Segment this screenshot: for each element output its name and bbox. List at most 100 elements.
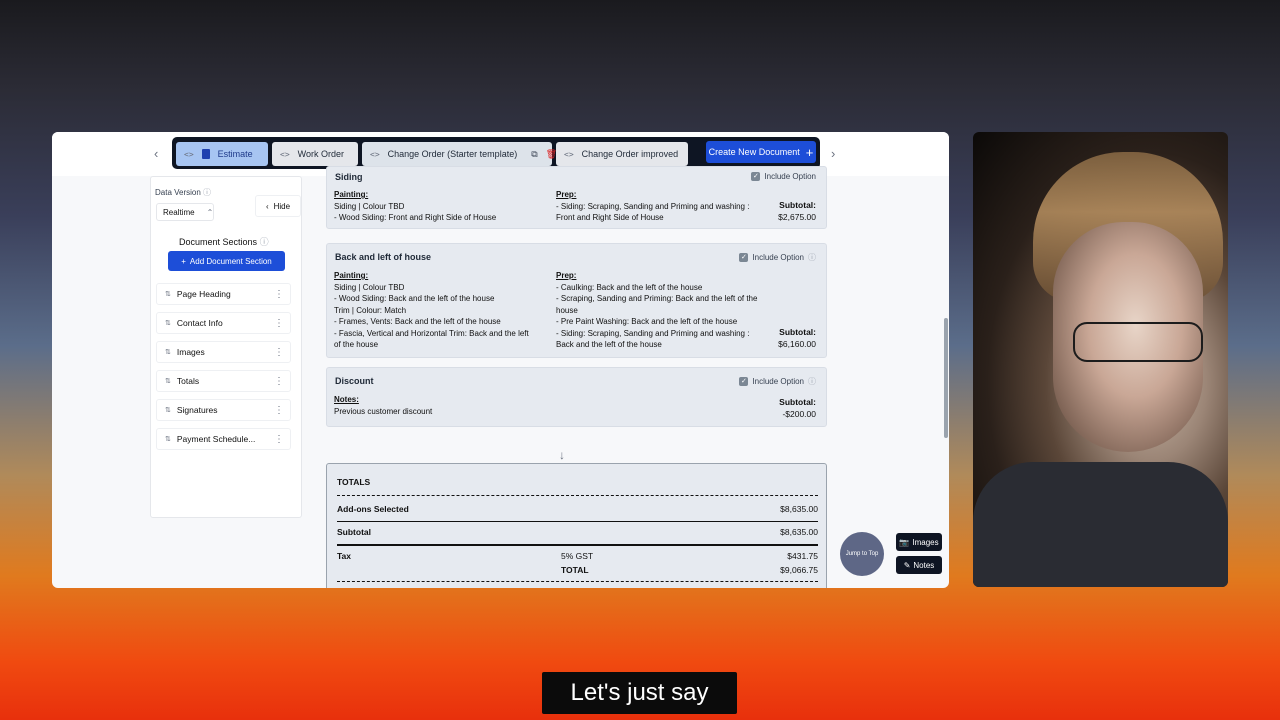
subtotal-label: Subtotal (337, 527, 371, 537)
tab-estimate[interactable]: <> Estimate (176, 142, 268, 166)
more-options-icon[interactable]: ⋮ (274, 318, 284, 329)
chevron-updown-icon: ⌃ (206, 208, 214, 217)
section-title: Siding (335, 172, 363, 182)
more-options-icon[interactable]: ⋮ (274, 405, 284, 416)
prep-line: - Caulking: Back and the left of the hou… (556, 282, 703, 292)
more-options-icon[interactable]: ⋮ (274, 289, 284, 300)
add-document-section-button[interactable]: + Add Document Section (168, 251, 285, 271)
pencil-icon: ✎ (903, 560, 911, 570)
data-version-label: Data Version ⓘ (155, 187, 211, 198)
section-item-label: Images (176, 347, 205, 357)
images-label: Images (912, 537, 939, 547)
data-version-select[interactable]: Realtime ⌃ (156, 203, 214, 221)
section-title: Discount (335, 376, 374, 386)
section-card-discount: Discount ✓ Include Option ⓘ Notes: Previou… (326, 367, 827, 427)
drag-handle-icon[interactable]: ⇅ (165, 377, 171, 385)
tab-work-order[interactable]: <> Work Order (272, 142, 358, 166)
prep-line: - Pre Paint Washing: Back and the left o… (556, 317, 738, 326)
subtotal-value: -$200.00 (782, 409, 816, 419)
info-icon: ⓘ (808, 377, 816, 386)
info-icon: ⓘ (808, 253, 816, 262)
sections-title-text: Document Sections (179, 237, 258, 247)
jump-to-top-button[interactable]: Jump to Top (840, 532, 884, 576)
total-value: $9,066.75 (780, 565, 818, 575)
images-button[interactable]: 📷 Images (896, 533, 942, 551)
section-subtotal: Subtotal: -$200.00 (779, 396, 816, 420)
plus-icon: + (181, 256, 186, 266)
include-option-toggle[interactable]: ✓ Include Option (751, 172, 816, 181)
doc-icon (201, 149, 210, 159)
info-icon: ⓘ (259, 237, 269, 247)
hide-sidebar-button[interactable]: ‹ Hide (255, 195, 301, 217)
section-item-images[interactable]: ⇅ Images ⋮ (156, 341, 291, 363)
tax-rate: 5% GST (561, 551, 594, 561)
tab-label: Work Order (297, 149, 344, 159)
tab-change-order-starter[interactable]: <> Change Order (Starter template) ⧉ 🗑 (362, 142, 557, 166)
code-icon: <> (564, 149, 574, 159)
more-options-icon[interactable]: ⋮ (274, 434, 284, 445)
notes-text: Previous customer discount (334, 406, 433, 416)
document-sections-sidebar: Data Version ⓘ Realtime ⌃ ‹ Hide Document … (150, 176, 302, 518)
scrollbar[interactable] (944, 318, 948, 438)
painting-label: Painting: (334, 271, 369, 280)
divider (337, 521, 818, 522)
notes-column: Notes: Previous customer discount (334, 394, 432, 417)
checkbox-icon[interactable]: ✓ (739, 253, 749, 262)
copy-icon[interactable]: ⧉ (531, 149, 537, 160)
prep-line: - Siding: Scraping, Sanding and Priming … (556, 328, 750, 338)
subtotal-value: $2,675.00 (778, 212, 816, 222)
tax-value: $431.75 (787, 551, 818, 561)
more-options-icon[interactable]: ⋮ (274, 376, 284, 387)
section-item-payment-schedule[interactable]: ⇅ Payment Schedule... ⋮ (156, 428, 291, 450)
arrow-down-icon: ↓ (559, 448, 565, 462)
drag-handle-icon[interactable]: ⇅ (165, 435, 171, 443)
checkbox-icon[interactable]: ✓ (739, 377, 749, 386)
section-item-contact-info[interactable]: ⇅ Contact Info ⋮ (156, 312, 291, 334)
drag-handle-icon[interactable]: ⇅ (165, 319, 171, 327)
drag-handle-icon[interactable]: ⇅ (165, 290, 171, 298)
webcam-shirt (973, 462, 1228, 587)
data-version-text: Data Version (155, 188, 201, 197)
include-option-toggle[interactable]: ✓ Include Option ⓘ (739, 376, 816, 387)
code-icon: <> (280, 149, 290, 159)
totals-block: TOTALS Add-ons Selected $8,635.00 Subtota… (326, 463, 827, 588)
caption-text: Let's just say (570, 679, 709, 706)
include-option-toggle[interactable]: ✓ Include Option ⓘ (739, 252, 816, 263)
notes-button[interactable]: ✎ Notes (896, 556, 942, 574)
chevron-left-icon: ‹ (265, 201, 269, 211)
drag-handle-icon[interactable]: ⇅ (165, 348, 171, 356)
section-title: Back and left of house (335, 252, 432, 262)
section-item-label: Contact Info (176, 318, 223, 328)
more-options-icon[interactable]: ⋮ (274, 347, 284, 358)
include-option-label: Include Option (752, 377, 804, 386)
totals-row-addons: Add-ons Selected $8,635.00 (337, 504, 818, 514)
tab-label: Change Order improved (581, 149, 679, 159)
section-item-label: Signatures (176, 405, 218, 415)
section-card-siding: Siding ✓ Include Option Painting: Siding … (326, 166, 827, 229)
data-version-value: Realtime (163, 208, 195, 217)
paint-line: - Frames, Vents: Back and the left of th… (334, 317, 501, 326)
tax-label: Tax (337, 551, 352, 561)
section-card-back-left: Back and left of house ✓ Include Option ⓘ … (326, 243, 827, 358)
next-tab-arrow-icon[interactable]: › (831, 146, 835, 161)
prep-column: Prep: - Caulking: Back and the left of t… (556, 270, 757, 351)
section-item-label: Totals (176, 376, 200, 386)
checkbox-icon[interactable]: ✓ (751, 172, 761, 181)
prep-column: Prep: - Siding: Scraping, Sanding and Pr… (556, 189, 749, 224)
total-label: TOTAL (561, 565, 589, 575)
paint-line: Trim | Colour: Match (334, 305, 407, 315)
prev-tab-arrow-icon[interactable]: ‹ (154, 146, 158, 161)
paint-line: - Fascia, Vertical and Horizontal Trim: … (334, 328, 529, 338)
prep-line: house (556, 305, 578, 315)
section-item-page-heading[interactable]: ⇅ Page Heading ⋮ (156, 283, 291, 305)
tab-change-order-improved[interactable]: <> Change Order improved (556, 142, 688, 166)
section-item-totals[interactable]: ⇅ Totals ⋮ (156, 370, 291, 392)
tab-label: Change Order (Starter template) (387, 149, 518, 159)
drag-handle-icon[interactable]: ⇅ (165, 406, 171, 414)
totals-header: TOTALS (337, 477, 371, 487)
section-item-label: Payment Schedule... (176, 434, 256, 444)
painting-column: Painting: Siding | Colour TBD - Wood Sid… (334, 270, 529, 351)
include-option-label: Include Option (764, 172, 816, 181)
create-new-document-button[interactable]: Create New Document + (706, 141, 816, 163)
section-item-signatures[interactable]: ⇅ Signatures ⋮ (156, 399, 291, 421)
